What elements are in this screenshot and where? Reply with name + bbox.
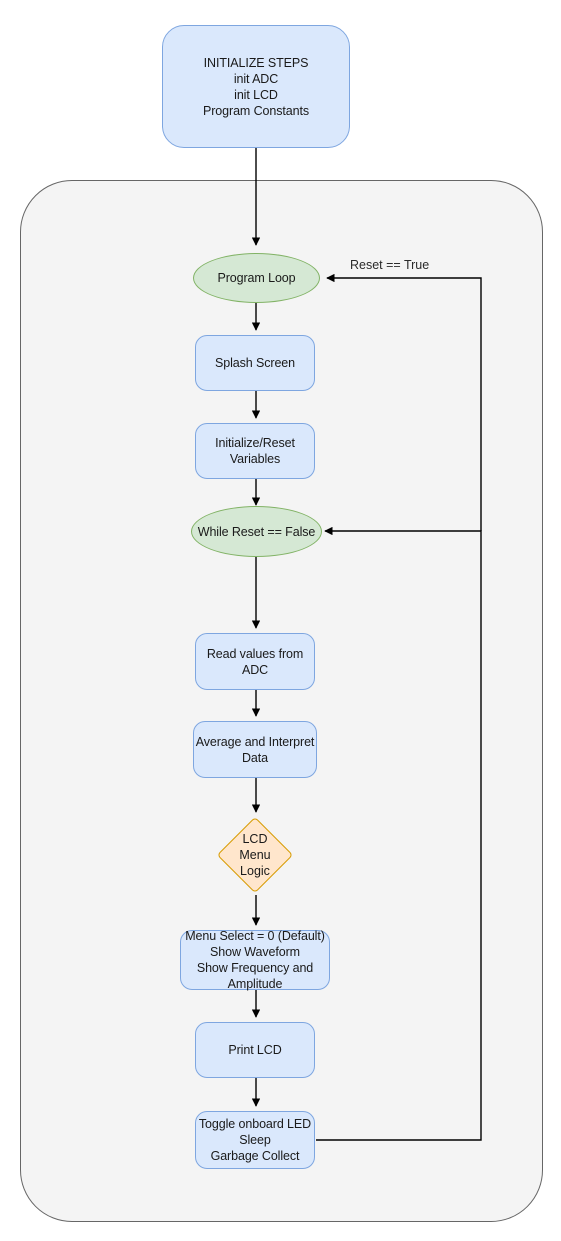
node-program-loop[interactable]: Program Loop — [193, 253, 320, 303]
node-read-values-from-adc[interactable]: Read values from ADC — [195, 633, 315, 690]
node-lcd-menu-logic[interactable]: LCD Menu Logic — [216, 816, 294, 894]
edge-label-reset-true: Reset == True — [350, 258, 430, 272]
node-menu-select-default[interactable]: Menu Select = 0 (Default) Show Waveform … — [180, 929, 330, 991]
flowchart-canvas: INITIALIZE STEPS init ADC init LCD Progr… — [0, 0, 561, 1241]
edge-reset-true-to-loop — [326, 273, 482, 531]
node-while-reset-false[interactable]: While Reset == False — [191, 506, 322, 557]
node-initialize-reset-variables[interactable]: Initialize/Reset Variables — [195, 423, 315, 479]
node-splash-screen[interactable]: Splash Screen — [195, 335, 315, 391]
node-toggle-onboard-led[interactable]: Toggle onboard LED Sleep Garbage Collect — [195, 1111, 315, 1169]
node-initialize-steps[interactable]: INITIALIZE STEPS init ADC init LCD Progr… — [162, 25, 350, 148]
decision-label: LCD Menu Logic — [239, 832, 271, 878]
node-print-lcd[interactable]: Print LCD — [195, 1022, 315, 1078]
edge-toggle-to-while-reset — [316, 526, 482, 1141]
node-average-and-interpret-data[interactable]: Average and Interpret Data — [193, 721, 317, 778]
